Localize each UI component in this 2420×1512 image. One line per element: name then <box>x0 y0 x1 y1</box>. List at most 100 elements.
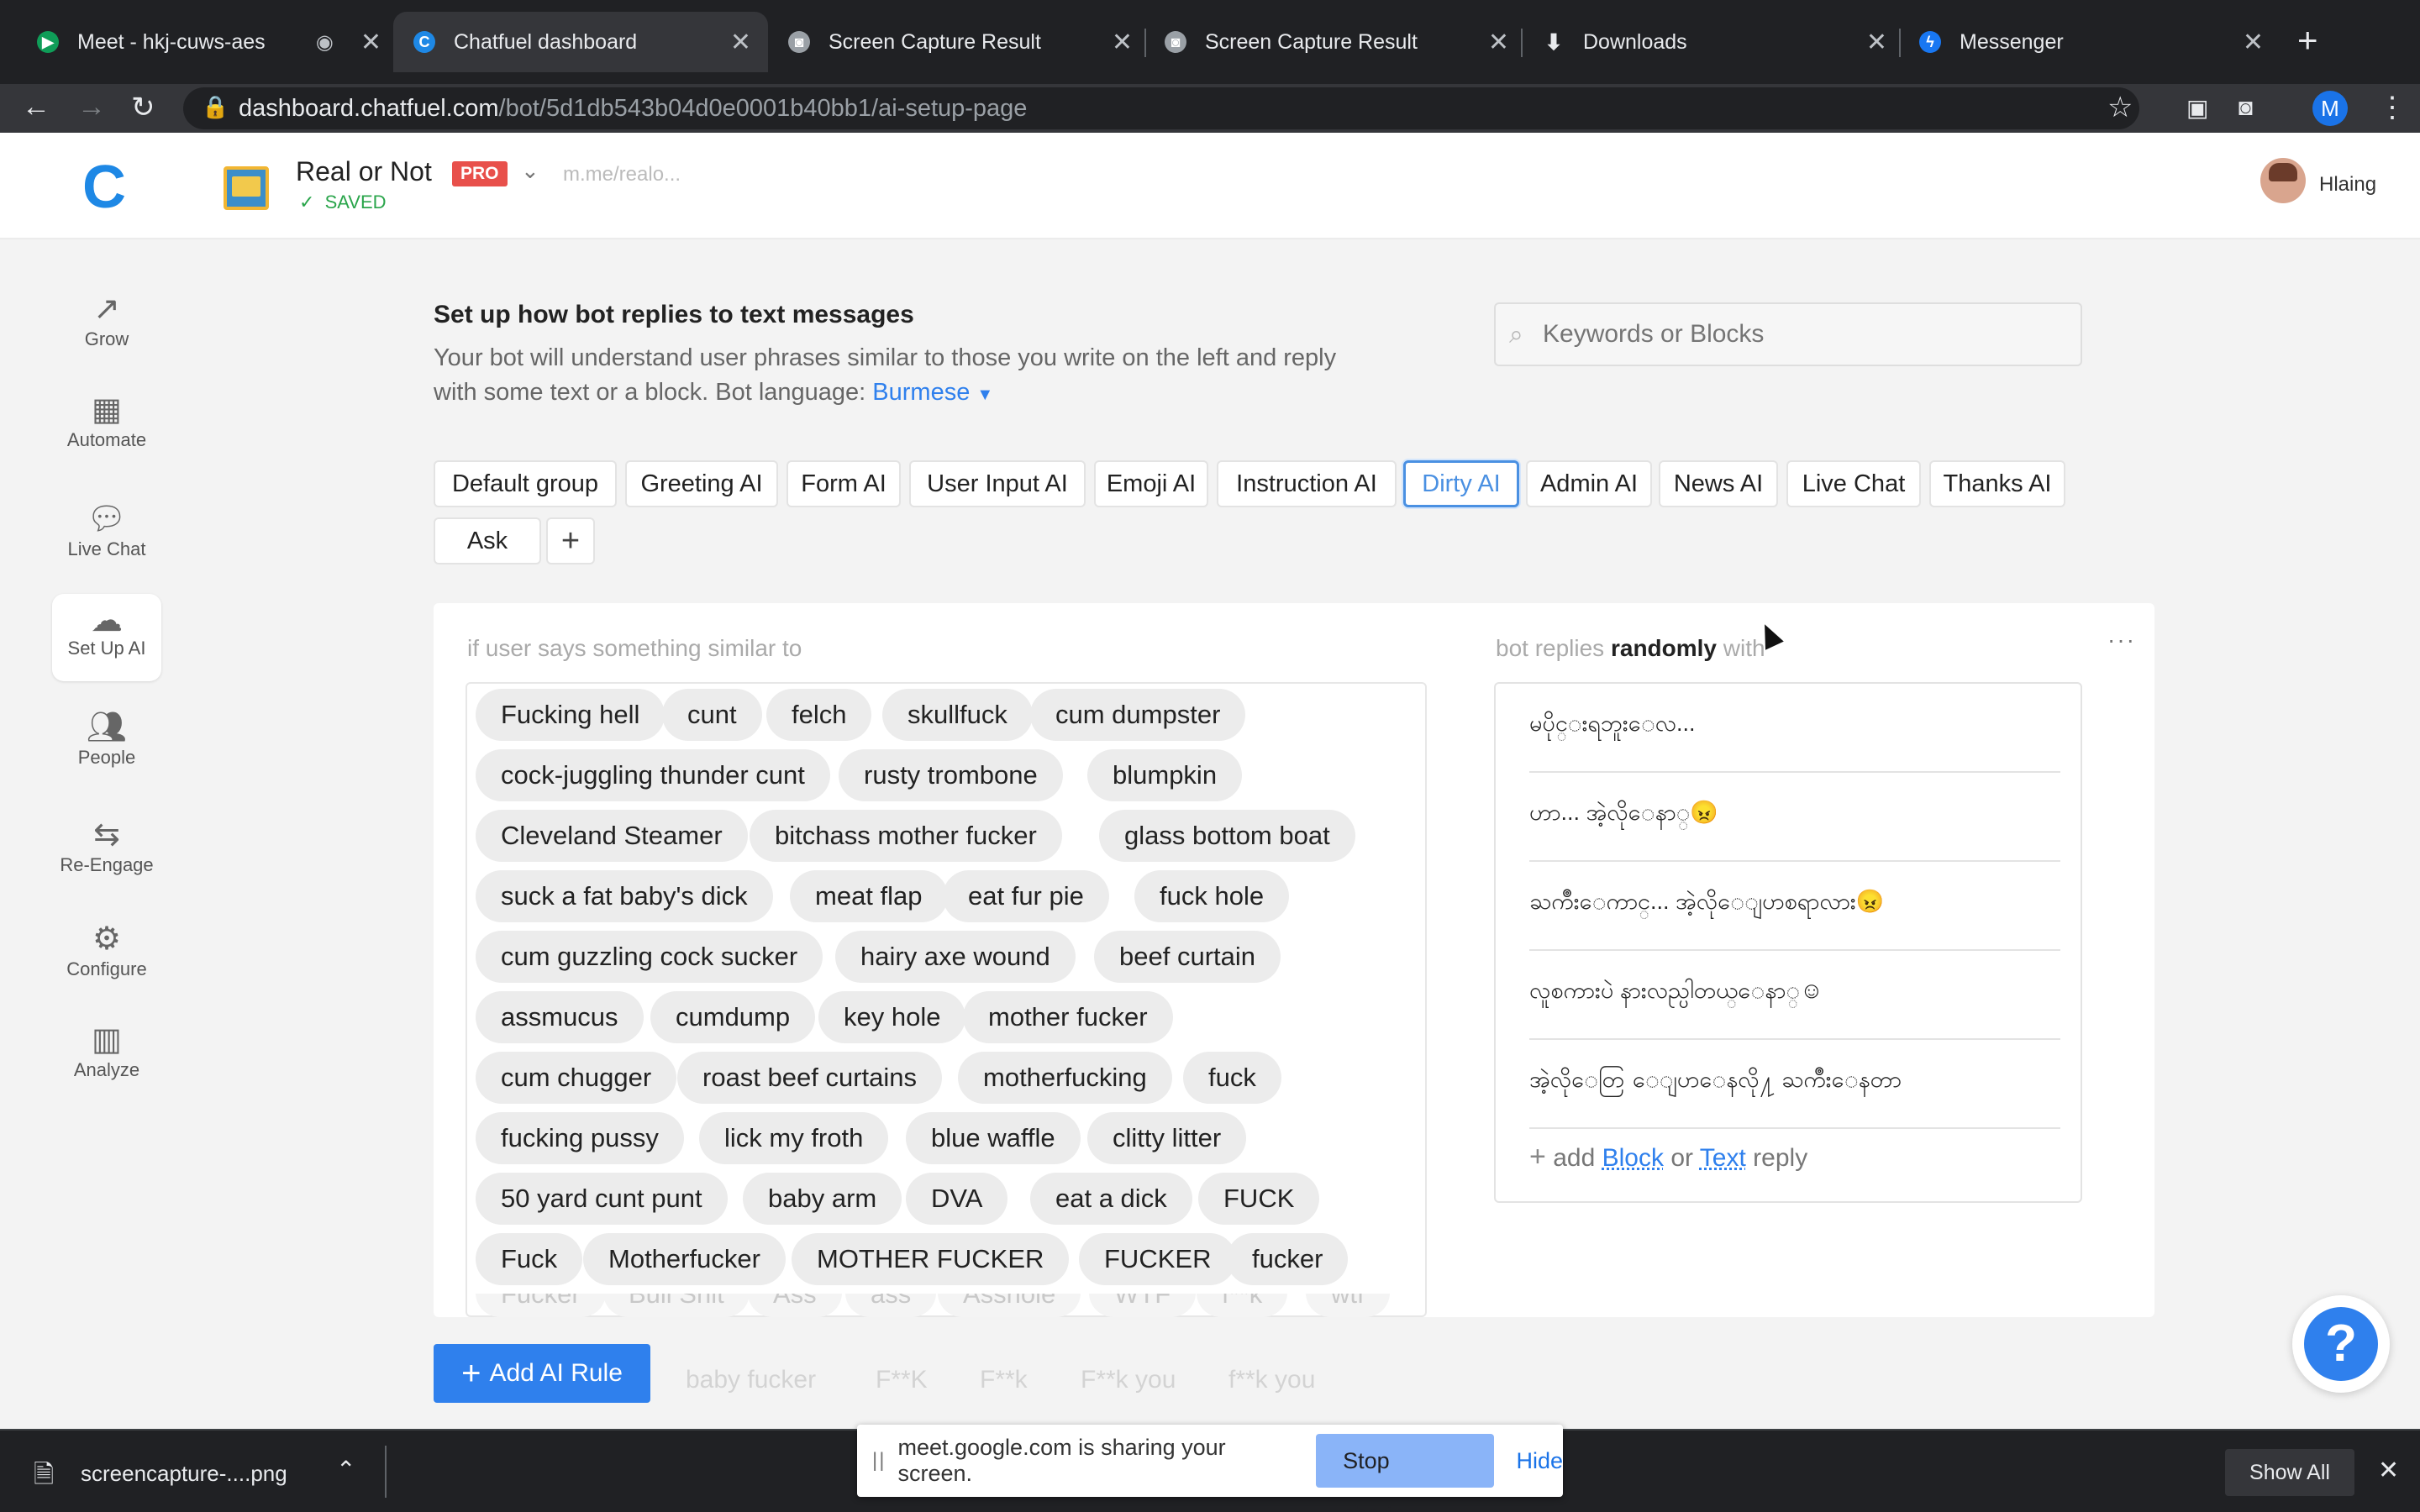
reload-icon[interactable]: ↻ <box>131 91 155 124</box>
phrase-chip[interactable]: beef curtain <box>1094 931 1281 983</box>
search-box[interactable]: ⌕ <box>1494 302 2082 366</box>
close-icon[interactable]: ✕ <box>2243 28 2264 57</box>
group-tab-dirty-ai[interactable]: Dirty AI <box>1403 460 1519 507</box>
phrase-chip[interactable]: meat flap <box>790 870 948 922</box>
drag-handle-icon[interactable]: || <box>872 1449 886 1473</box>
download-file-name[interactable]: screencapture-....png <box>81 1461 287 1487</box>
more-menu-icon[interactable]: ⋮ <box>2378 91 2407 124</box>
sidebar-item-re-engage[interactable]: ⇆ Re-Engage <box>44 816 170 876</box>
phrase-chip[interactable]: blumpkin <box>1087 749 1243 801</box>
forward-icon[interactable]: → <box>77 91 106 123</box>
group-tab-news-ai[interactable]: News AI <box>1659 460 1778 507</box>
phrase-chip[interactable]: cunt <box>662 689 762 741</box>
more-options-icon[interactable]: ··· <box>2107 627 2136 654</box>
stop-sharing-button[interactable]: Stop sharing <box>1316 1434 1495 1512</box>
chatfuel-logo[interactable]: C <box>82 157 126 218</box>
sidebar-item-analyze[interactable]: ▥ Analyze <box>52 1021 161 1081</box>
sidebar-item-live-chat[interactable]: 💬︎ Live Chat <box>52 500 161 560</box>
phrase-chip[interactable]: Fucker <box>476 1294 606 1317</box>
phrase-chip[interactable]: motherfucking <box>958 1052 1172 1104</box>
phrase-chip[interactable]: roast beef curtains <box>677 1052 943 1104</box>
phrase-chip[interactable]: FUCK <box>1198 1173 1320 1225</box>
tab-meet[interactable]: ▶ Meet - hkj-cuws-aes ◉ ✕ <box>37 12 381 72</box>
chevron-down-icon[interactable]: ⌄ <box>521 158 539 184</box>
phrase-chip[interactable]: f**k <box>1197 1294 1288 1317</box>
group-tab-emoji-ai[interactable]: Emoji AI <box>1094 460 1208 507</box>
chevron-up-icon[interactable]: ⌃ <box>336 1456 355 1483</box>
phrase-chip[interactable]: blue waffle <box>906 1112 1081 1164</box>
phrase-chip[interactable]: Motherfucker <box>583 1233 786 1285</box>
address-bar[interactable]: 🔒 dashboard.chatfuel.com/bot/5d1db543b04… <box>183 87 2139 129</box>
new-tab-icon[interactable]: + <box>2297 20 2318 60</box>
bookmark-star-icon[interactable]: ☆ <box>2107 91 2133 124</box>
group-tab-ask[interactable]: Ask <box>434 517 541 564</box>
reply-mode-toggle[interactable]: randomly <box>1611 635 1717 661</box>
group-tab-form-ai[interactable]: Form AI <box>786 460 901 507</box>
profile-avatar[interactable]: M <box>2312 91 2348 126</box>
add-ai-rule-button[interactable]: + Add AI Rule <box>434 1344 650 1403</box>
sidebar-item-people[interactable]: 👥︎ People <box>52 708 161 769</box>
phrase-chip[interactable]: glass bottom boat <box>1099 810 1355 862</box>
sidebar-item-setup-ai[interactable]: ☁ Set Up AI <box>52 594 161 681</box>
phrase-chip[interactable]: fuck hole <box>1134 870 1290 922</box>
page-link[interactable]: m.me/realo... <box>563 163 681 186</box>
reply-item[interactable]: ႀကိဳးေကာင္... အဲ့လိုေျပာစရာလား😠 <box>1529 862 2060 951</box>
screenshot-extension-icon[interactable]: ◙ <box>2238 94 2253 121</box>
phrase-chip[interactable]: eat fur pie <box>943 870 1109 922</box>
phrase-chip[interactable]: hairy axe wound <box>835 931 1076 983</box>
phrase-chip[interactable]: cum dumpster <box>1030 689 1246 741</box>
close-icon[interactable]: ✕ <box>360 28 381 57</box>
group-tab-thanks-ai[interactable]: Thanks AI <box>1929 460 2065 507</box>
tab-screen-capture-2[interactable]: ◙ Screen Capture Result ✕ <box>1165 12 1509 72</box>
phrase-chip[interactable]: 50 yard cunt punt <box>476 1173 728 1225</box>
phrase-chip[interactable]: skullfuck <box>882 689 1033 741</box>
user-name[interactable]: Hlaing <box>2319 173 2376 197</box>
phrase-chip[interactable]: fucker <box>1227 1233 1349 1285</box>
phrase-chip[interactable]: cum chugger <box>476 1052 677 1104</box>
phrase-chip[interactable]: Fucking hell <box>476 689 666 741</box>
phrase-chip[interactable]: wtf <box>1306 1294 1390 1317</box>
help-button[interactable]: ? <box>2292 1295 2390 1393</box>
group-tab-default[interactable]: Default group <box>434 460 617 507</box>
phrase-chip[interactable]: DVA <box>906 1173 1008 1225</box>
phrase-chip[interactable]: FUCKER <box>1079 1233 1237 1285</box>
sidebar-item-automate[interactable]: ▦ Automate <box>52 391 161 451</box>
group-tab-live-chat[interactable]: Live Chat <box>1786 460 1921 507</box>
phrase-chip[interactable]: suck a fat baby's dick <box>476 870 773 922</box>
language-dropdown[interactable]: Burmese ▼ <box>872 379 993 406</box>
tab-messenger[interactable]: ϟ Messenger ✕ <box>1919 12 2264 72</box>
bot-name[interactable]: Real or Not <box>296 156 432 187</box>
phrase-chip[interactable]: fucking pussy <box>476 1112 684 1164</box>
phrase-chip[interactable]: Cleveland Steamer <box>476 810 748 862</box>
add-text-reply-link[interactable]: Text <box>1700 1144 1746 1172</box>
close-icon[interactable]: ✕ <box>730 28 751 57</box>
phrase-chip[interactable]: Bull Shit <box>603 1294 750 1317</box>
phrase-chip[interactable]: key hole <box>818 991 966 1043</box>
sidebar-item-grow[interactable]: ↗ Grow <box>52 290 161 350</box>
reply-item[interactable]: အဲ့လိုေတြ ေျပာေနလို႔ ႀကိဳးေနတာ <box>1529 1040 2060 1129</box>
reply-item[interactable]: ဟာ... အဲ့လိုေနာ္😠 <box>1529 773 2060 862</box>
close-icon[interactable]: ✕ <box>2378 1456 2399 1485</box>
phrase-chip[interactable]: Asshole <box>938 1294 1081 1317</box>
phrase-chip[interactable]: cum guzzling cock sucker <box>476 931 823 983</box>
reply-item[interactable]: မပိုင္းရဘူးေလ... <box>1529 684 2060 773</box>
add-group-button[interactable]: + <box>546 517 595 564</box>
phrase-chip[interactable]: bitchass mother fucker <box>750 810 1062 862</box>
hide-button[interactable]: Hide <box>1516 1448 1563 1474</box>
phrase-chip[interactable]: mother fucker <box>963 991 1173 1043</box>
phrase-chip[interactable]: Fuck <box>476 1233 583 1285</box>
phrase-chip[interactable]: felch <box>766 689 872 741</box>
phrase-list[interactable]: Fucking hell cunt felch skullfuck cum du… <box>466 682 1427 1317</box>
phrase-chip[interactable]: MOTHER FUCKER <box>792 1233 1070 1285</box>
phrase-chip[interactable]: assmucus <box>476 991 644 1043</box>
tab-chatfuel[interactable]: C Chatfuel dashboard ✕ <box>393 12 768 72</box>
phrase-chip[interactable]: rusty trombone <box>839 749 1063 801</box>
phrase-chip[interactable]: eat a dick <box>1030 1173 1192 1225</box>
phrase-chip[interactable]: cumdump <box>650 991 816 1043</box>
add-block-reply-link[interactable]: Block <box>1602 1144 1664 1172</box>
close-icon[interactable]: ✕ <box>1488 28 1509 57</box>
sidebar-item-configure[interactable]: ⚙ Configure <box>52 920 161 980</box>
phrase-chip[interactable]: lick my froth <box>699 1112 889 1164</box>
user-avatar[interactable] <box>2260 158 2306 203</box>
phrase-chip[interactable]: cock-juggling thunder cunt <box>476 749 830 801</box>
